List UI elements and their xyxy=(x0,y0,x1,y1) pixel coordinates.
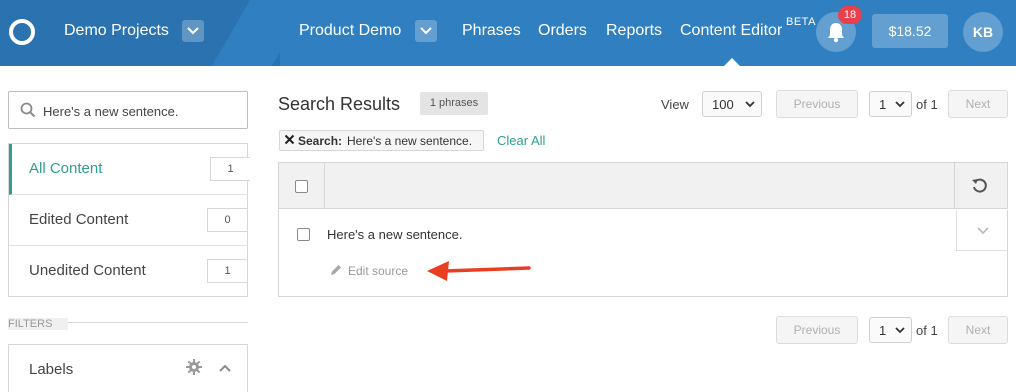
page-select-bottom[interactable]: 1 xyxy=(869,317,912,343)
pencil-icon xyxy=(331,265,341,275)
header-divider xyxy=(954,163,955,208)
labels-heading: Labels xyxy=(29,361,74,378)
filter-label: All Content xyxy=(29,160,103,177)
search-icon xyxy=(20,102,36,118)
result-count-badge: 1 phrases xyxy=(420,92,488,115)
bell-icon xyxy=(828,23,844,43)
next-page-button[interactable]: Next xyxy=(948,90,1008,118)
filter-count: 1 xyxy=(207,259,247,283)
chevron-down-icon xyxy=(187,27,199,35)
chevron-down-icon xyxy=(895,101,905,108)
active-nav-indicator xyxy=(724,58,740,66)
beta-label: BETA xyxy=(786,16,816,28)
phrase-text[interactable]: Here's a new sentence. xyxy=(327,227,462,242)
search-input[interactable] xyxy=(43,100,239,122)
chevron-down-icon xyxy=(420,27,432,35)
per-page-value: 100 xyxy=(712,97,734,112)
product-dropdown-button[interactable] xyxy=(415,20,437,42)
previous-page-button[interactable]: Previous xyxy=(776,90,858,118)
select-all-checkbox[interactable] xyxy=(295,180,308,193)
labels-section[interactable]: Labels xyxy=(8,344,248,392)
project-selector-label[interactable]: Demo Projects xyxy=(64,22,169,40)
page-value: 1 xyxy=(879,323,887,338)
header-divider xyxy=(324,163,325,208)
gear-icon[interactable] xyxy=(186,359,202,375)
search-chip-key: Search: xyxy=(298,134,343,148)
filter-label: Edited Content xyxy=(29,211,129,228)
notification-count-badge: 18 xyxy=(838,6,862,24)
filter-all-content[interactable]: All Content 1 xyxy=(9,144,250,195)
page-total-label: of 1 xyxy=(916,97,938,112)
nav-content-editor[interactable]: Content Editor xyxy=(680,22,782,40)
chevron-down-icon xyxy=(745,101,755,108)
next-page-button-bottom[interactable]: Next xyxy=(948,316,1008,344)
page-select[interactable]: 1 xyxy=(869,91,912,117)
clear-all-link[interactable]: Clear All xyxy=(497,133,545,148)
filters-heading: FILTERS xyxy=(8,318,68,330)
filter-edited-content[interactable]: Edited Content 0 xyxy=(9,195,248,246)
nav-reports[interactable]: Reports xyxy=(606,22,662,40)
table-row[interactable]: Here's a new sentence. Edit source xyxy=(278,210,1008,297)
filter-unedited-content[interactable]: Unedited Content 1 xyxy=(9,246,248,297)
results-table-header xyxy=(278,162,1008,209)
page-value: 1 xyxy=(879,97,887,112)
filter-label: Unedited Content xyxy=(29,262,146,279)
row-divider xyxy=(956,250,1008,251)
user-avatar[interactable]: KB xyxy=(963,12,1003,52)
logo-icon[interactable] xyxy=(9,19,35,45)
edit-source-label: Edit source xyxy=(348,264,409,278)
row-checkbox[interactable] xyxy=(297,228,310,241)
previous-page-button-bottom[interactable]: Previous xyxy=(776,316,858,344)
balance-button[interactable]: $18.52 xyxy=(872,14,948,48)
content-filter-list: All Content 1 Edited Content 0 Unedited … xyxy=(8,143,250,297)
close-icon[interactable] xyxy=(284,134,295,145)
nav-orders[interactable]: Orders xyxy=(538,22,587,40)
page-total-label-bottom: of 1 xyxy=(916,323,938,338)
search-field[interactable] xyxy=(8,91,248,129)
row-divider xyxy=(956,210,957,250)
search-chip-value: Here's a new sentence. xyxy=(347,134,473,148)
chevron-down-icon xyxy=(895,327,905,334)
chevron-up-icon[interactable] xyxy=(219,364,231,372)
view-label: View xyxy=(661,97,689,112)
nav-phrases[interactable]: Phrases xyxy=(462,22,521,40)
filter-count: 1 xyxy=(210,157,250,181)
chevron-down-icon[interactable] xyxy=(977,227,989,235)
annotation-arrow-icon xyxy=(427,261,531,281)
per-page-select[interactable]: 100 xyxy=(702,91,762,117)
filter-count: 0 xyxy=(207,208,247,232)
undo-icon[interactable] xyxy=(971,177,989,195)
product-selector-label[interactable]: Product Demo xyxy=(299,22,401,40)
project-dropdown-button[interactable] xyxy=(182,20,204,42)
search-filter-chip: Search: Here's a new sentence. xyxy=(279,130,484,151)
page-title: Search Results xyxy=(278,94,401,114)
